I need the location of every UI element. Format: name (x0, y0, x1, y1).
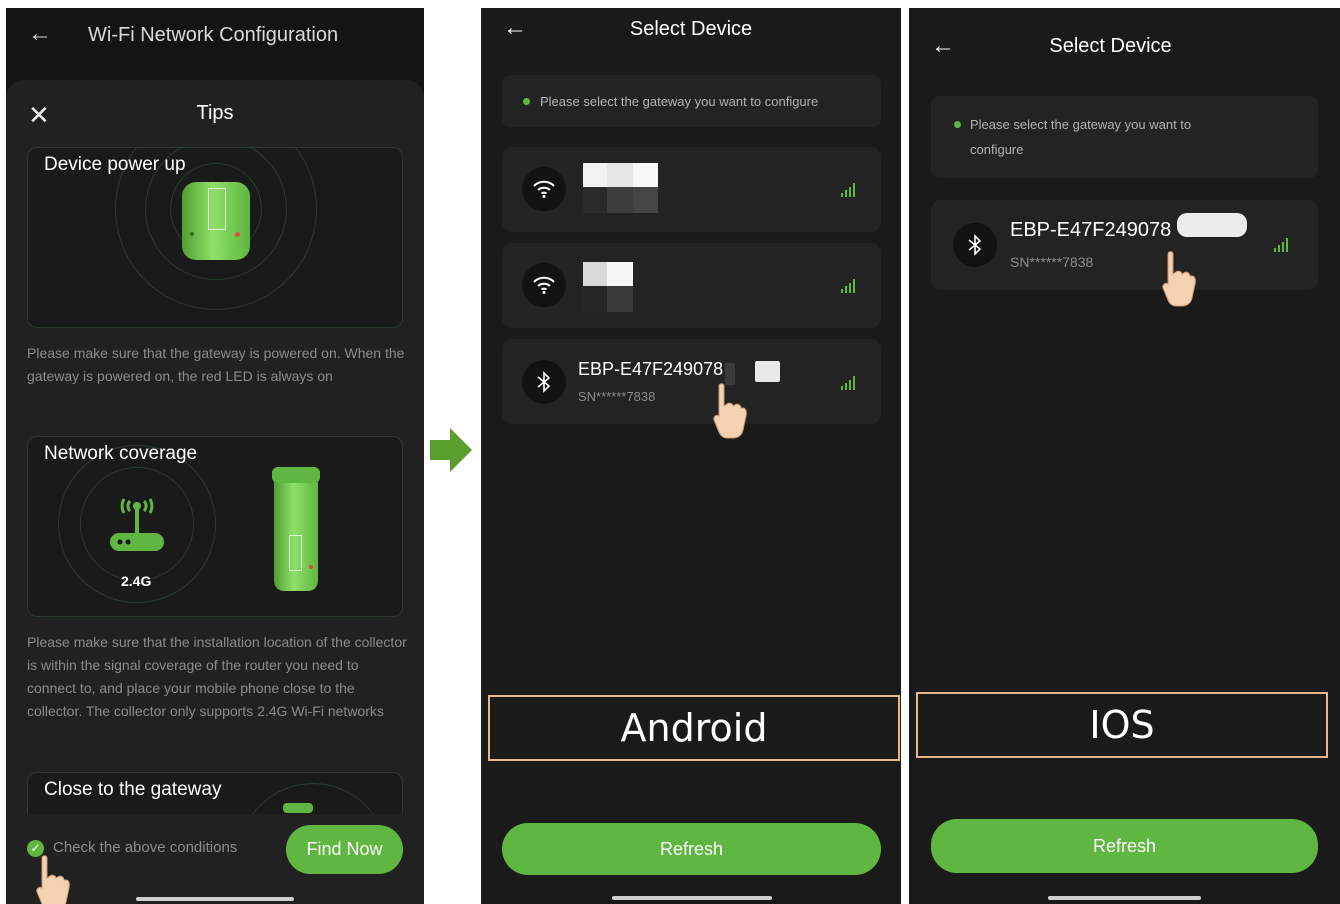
collector-cap (283, 803, 313, 813)
device-list-item[interactable] (502, 147, 881, 232)
refresh-button[interactable]: Refresh (502, 823, 881, 875)
platform-label: IOS (916, 692, 1328, 758)
sheet-title: Tips (196, 102, 234, 124)
redacted-suffix (755, 361, 780, 382)
home-indicator (136, 897, 294, 901)
router-icon (110, 498, 164, 551)
network-coverage-card: Network coverage 2.4G (27, 436, 403, 617)
wifi-icon (522, 167, 566, 211)
find-now-button[interactable]: Find Now (286, 825, 403, 874)
refresh-button[interactable]: Refresh (931, 819, 1318, 873)
card-description: Please make sure that the gateway is pow… (27, 345, 405, 384)
serial-number: SN******7838 (578, 389, 656, 404)
bullet-dot (523, 98, 530, 105)
device-label (289, 535, 302, 571)
wifi-icon (522, 263, 566, 307)
card-description: Please make sure that the installation l… (27, 634, 407, 719)
hint-text: Please select the gateway you want to (970, 117, 1192, 132)
device-name: EBP-E47F249078 (578, 359, 724, 379)
page-title: Wi-Fi Network Configuration (88, 24, 339, 46)
red-led-icon (235, 232, 240, 237)
serial-number: SN******7838 (1010, 254, 1094, 270)
ios-select-device-screen: ← Select Device Please select the gatewa… (909, 8, 1340, 904)
hint-text: configure (970, 142, 1024, 157)
device-list-item[interactable]: EBP-E47F249078 SN******7838 (502, 339, 881, 424)
gateway-device-image (182, 182, 250, 260)
back-arrow-icon[interactable]: ← (28, 20, 52, 48)
android-select-device-screen: ← Select Device Please select the gatewa… (481, 8, 901, 904)
tap-hand-icon (713, 383, 747, 439)
signal-strength-icon (841, 376, 857, 390)
tips-screen: ← Wi-Fi Network Configuration ✕ Tips Dev… (6, 8, 424, 904)
green-led-icon (190, 232, 194, 236)
collector-cap (272, 467, 320, 483)
redacted-device-name (583, 262, 633, 312)
page-title: Select Device (1049, 35, 1172, 57)
signal-strength-icon (841, 183, 857, 197)
checkbox-label: Check the above conditions (53, 839, 238, 856)
top-bar: ← Wi-Fi Network Configuration (6, 8, 424, 78)
hint-text: Please select the gateway you want to co… (540, 94, 819, 109)
signal-strength-icon (841, 279, 857, 293)
home-indicator (1048, 896, 1201, 900)
collector-device-image (272, 467, 320, 591)
bullet-dot (954, 121, 961, 128)
tap-hand-icon (36, 855, 70, 904)
bluetooth-icon (522, 360, 566, 404)
card-title: Network coverage (44, 443, 198, 464)
tap-hand-icon (1162, 251, 1196, 307)
band-label: 2.4G (121, 573, 152, 589)
hint-banner: Please select the gateway you want to co… (931, 96, 1318, 178)
page-title: Select Device (629, 18, 753, 40)
redacted-suffix (1177, 213, 1247, 237)
red-led-icon (309, 565, 313, 569)
device-power-up-card: Device power up (27, 147, 403, 328)
redacted-device-name (583, 163, 658, 213)
tips-sheet: ✕ Tips Device power up Please make sure … (6, 80, 424, 904)
hint-banner: Please select the gateway you want to co… (502, 75, 881, 127)
next-step-arrow-icon (430, 428, 472, 472)
card-title: Device power up (44, 154, 186, 175)
bluetooth-icon (953, 223, 997, 267)
device-label (208, 188, 226, 230)
signal-strength-icon (1274, 238, 1290, 252)
card-title: Close to the gateway (44, 779, 222, 800)
platform-label: Android (488, 695, 900, 761)
device-list-item[interactable] (502, 243, 881, 328)
home-indicator (612, 896, 772, 900)
device-name: EBP-E47F249078 (1010, 219, 1172, 241)
device-list-item[interactable]: EBP-E47F249078 SN******7838 (931, 200, 1318, 290)
